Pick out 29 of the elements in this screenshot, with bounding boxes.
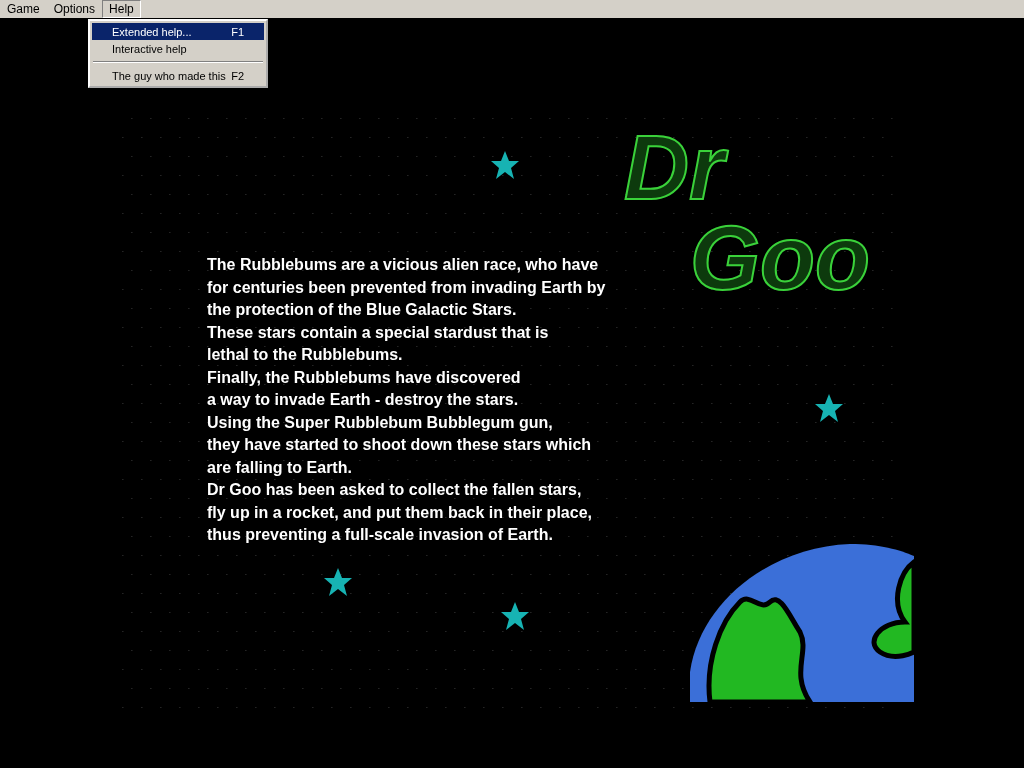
shortcut-key: F2 <box>231 69 256 82</box>
menu-item[interactable]: Options <box>46 0 103 18</box>
game-title: Goo <box>690 213 870 303</box>
menu-option[interactable]: Interactive help <box>92 40 264 57</box>
story-text: The Rubblebums are a vicious alien race, who have <box>207 255 600 275</box>
story-text: a way to invade Earth - destroy the stars. <box>207 390 520 410</box>
star-icon <box>500 601 530 631</box>
shortcut-key: F1 <box>231 25 256 38</box>
story-text: fly up in a rocket, and put them back in their place, <box>207 502 593 523</box>
story-text: Finally, the Rubblebums have discovered <box>207 367 522 388</box>
star-icon <box>814 393 844 423</box>
menu-item[interactable]: Help <box>102 0 141 18</box>
story-text: the protection of the Blue Galactic Stars. <box>207 300 518 320</box>
star-icon <box>490 150 520 180</box>
story-text: thus preventing a full-scale invasion of Earth. <box>207 525 554 545</box>
menu-option-label: Interactive help <box>112 42 187 55</box>
star-icon <box>323 567 353 597</box>
menu-option[interactable]: The guy who made this F2 <box>92 67 264 84</box>
story-text: These stars contain a special stardust that is <box>207 322 550 343</box>
menu-option-label: The guy who made this <box>112 69 226 82</box>
story-text: for centuries been prevented from invading Earth by <box>207 277 606 298</box>
menu-option[interactable]: Extended help... F1 <box>92 23 264 40</box>
story-text: Dr Goo has been asked to collect the fallen stars, <box>207 480 583 500</box>
menu-option-label: Extended help... <box>112 25 192 38</box>
story-text: are falling to Earth. <box>207 457 353 478</box>
menu-item[interactable]: Game <box>0 0 47 18</box>
story-text: lethal to the Rubblebums. <box>207 345 404 365</box>
story-text: Using the Super Rubblebum Bubblegum gun, <box>207 412 554 433</box>
story-text: they have started to shoot down these stars which <box>207 435 593 455</box>
